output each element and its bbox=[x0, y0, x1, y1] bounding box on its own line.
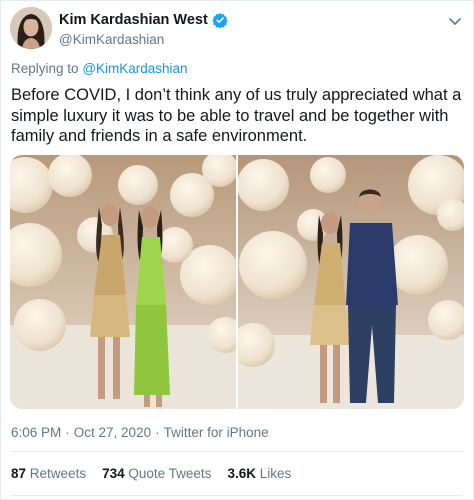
divider bbox=[11, 451, 463, 452]
tweet-text: Before COVID, I don’t think any of us tr… bbox=[11, 86, 462, 145]
tweet-time[interactable]: 6:06 PM bbox=[11, 425, 61, 440]
tweet-source[interactable]: Twitter for iPhone bbox=[164, 425, 269, 440]
tweet-date[interactable]: Oct 27, 2020 bbox=[74, 425, 151, 440]
divider bbox=[11, 495, 463, 496]
tweet-card: Kim Kardashian West @KimKardashian Reply… bbox=[0, 0, 474, 500]
quote-tweets-stat[interactable]: 734 Quote Tweets bbox=[102, 466, 211, 481]
reply-prefix: Replying to bbox=[11, 61, 79, 76]
photo-1[interactable] bbox=[10, 155, 236, 409]
reply-mention-link[interactable]: @KimKardashian bbox=[82, 61, 187, 76]
verified-badge-icon bbox=[212, 12, 228, 29]
quote-tweets-label: Quote Tweets bbox=[128, 466, 212, 481]
photo-1-image bbox=[10, 155, 236, 409]
meta-separator: · bbox=[65, 425, 70, 440]
engagement-stats: 87 Retweets 734 Quote Tweets 3.6K Likes bbox=[11, 466, 291, 481]
avatar-image bbox=[10, 7, 52, 49]
photo-2-image bbox=[238, 155, 464, 409]
likes-stat[interactable]: 3.6K Likes bbox=[227, 466, 291, 481]
avatar[interactable] bbox=[10, 7, 52, 49]
tweet-media bbox=[10, 155, 464, 409]
reply-context: Replying to @KimKardashian bbox=[11, 61, 188, 76]
tweet-timestamp: 6:06 PM · Oct 27, 2020 · Twitter for iPh… bbox=[11, 425, 269, 440]
meta-separator: · bbox=[155, 425, 160, 440]
photo-2[interactable] bbox=[238, 155, 464, 409]
retweets-label: Retweets bbox=[29, 466, 87, 481]
author-name-row[interactable]: Kim Kardashian West bbox=[59, 12, 228, 29]
retweets-stat[interactable]: 87 Retweets bbox=[11, 466, 86, 481]
author-name[interactable]: Kim Kardashian West bbox=[59, 12, 208, 28]
retweets-count: 87 bbox=[11, 466, 27, 481]
quote-tweets-count: 734 bbox=[102, 466, 125, 481]
author-handle[interactable]: @KimKardashian bbox=[59, 32, 164, 47]
chevron-down-icon[interactable] bbox=[447, 13, 463, 29]
likes-count: 3.6K bbox=[227, 466, 256, 481]
likes-label: Likes bbox=[259, 466, 292, 481]
